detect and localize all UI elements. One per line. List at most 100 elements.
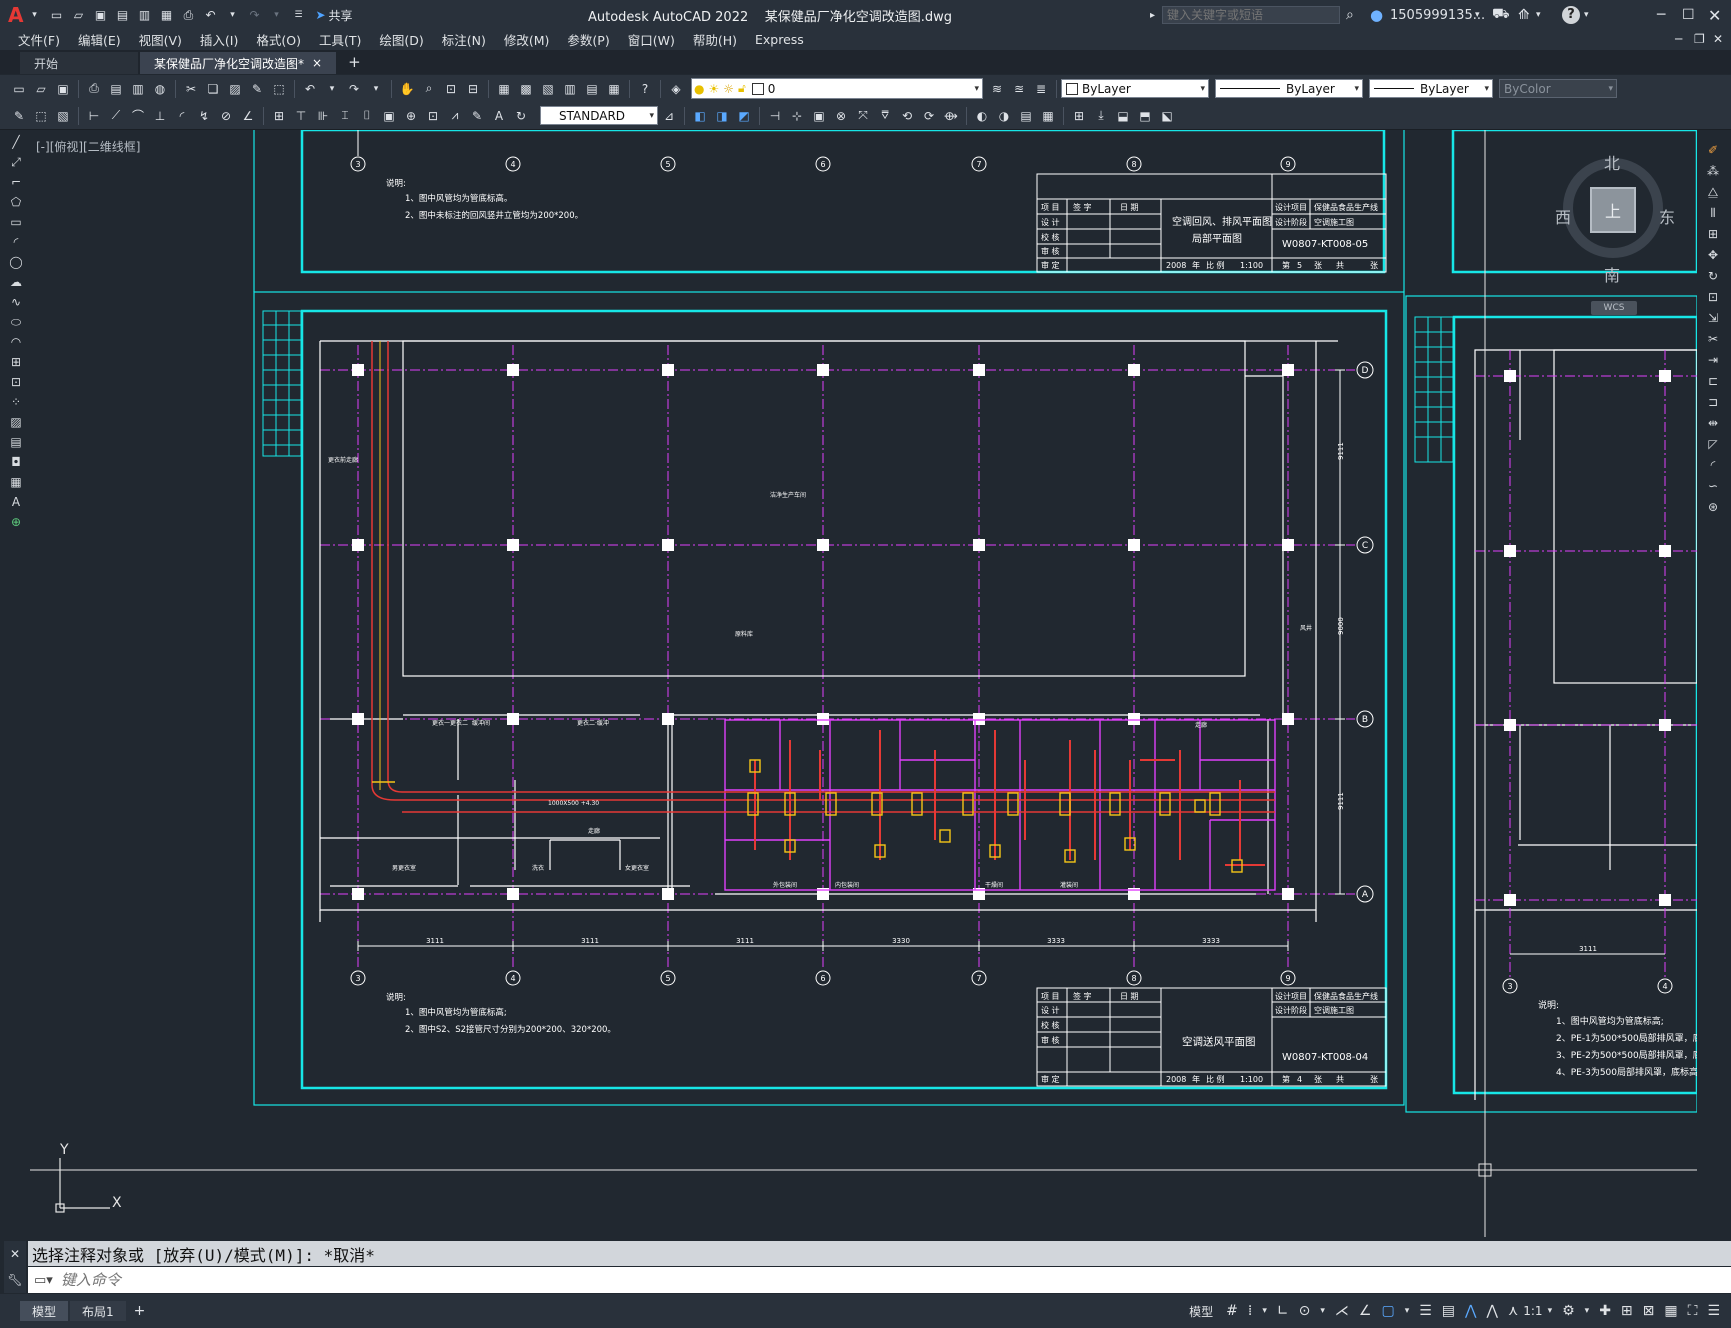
- blend-curves-icon[interactable]: ∽: [1708, 476, 1718, 497]
- layer-vp-freeze-icon[interactable]: ☼: [723, 82, 734, 96]
- ucs-z-axis-icon[interactable]: ⤧: [855, 108, 871, 124]
- quick-properties-icon[interactable]: ⊠: [1643, 1303, 1655, 1319]
- scale-icon[interactable]: ⊡: [1708, 287, 1718, 308]
- search-icon[interactable]: ⌕: [1346, 7, 1354, 23]
- layer-states-icon[interactable]: ≣: [1033, 81, 1049, 97]
- dim-continue-icon[interactable]: ⊪: [315, 108, 331, 124]
- undo-dropdown-icon[interactable]: ▾: [224, 7, 240, 23]
- plot-icon[interactable]: ⎙: [180, 7, 196, 23]
- frames-icon[interactable]: ⬕: [1159, 108, 1175, 124]
- workspace-gear-icon[interactable]: ⚙: [1562, 1303, 1575, 1319]
- dim-break-icon[interactable]: ⌷: [359, 108, 375, 124]
- wcs-menu[interactable]: WCS: [1591, 301, 1637, 315]
- redo-icon[interactable]: ↷: [346, 81, 362, 97]
- center-mark-icon[interactable]: ⊕: [403, 108, 419, 124]
- layer-dropdown-icon[interactable]: ▾: [974, 84, 979, 94]
- chamfer-icon[interactable]: ◸: [1708, 434, 1717, 455]
- mtext-icon[interactable]: A: [12, 492, 20, 512]
- block-editor-icon[interactable]: ⬚: [271, 81, 287, 97]
- ucs-origin-icon[interactable]: ⊗: [833, 108, 849, 124]
- mirror-icon[interactable]: ⧋: [1708, 182, 1719, 203]
- menu-modify[interactable]: 修改(M): [500, 30, 554, 49]
- layer-on-icon[interactable]: ●: [694, 82, 704, 96]
- ucs-y-icon[interactable]: ⟳: [921, 108, 937, 124]
- dim-text-edit-icon[interactable]: A: [491, 108, 507, 124]
- close-icon[interactable]: ✕: [1708, 6, 1721, 25]
- break-icon[interactable]: ⊐: [1708, 392, 1718, 413]
- redo-dropdown-icon[interactable]: ▾: [368, 81, 384, 97]
- polar-icon[interactable]: ⊙: [1299, 1303, 1311, 1319]
- dim-ordinate-icon[interactable]: ⊥: [152, 108, 168, 124]
- hatch-icon[interactable]: ▨: [10, 412, 21, 432]
- customization-icon[interactable]: ☰: [1707, 1303, 1720, 1319]
- lineweight-dropdown-icon[interactable]: ▾: [1484, 84, 1489, 94]
- save-web-icon[interactable]: ▦: [158, 7, 174, 23]
- layer-lock-icon[interactable]: 🔓︎: [738, 81, 746, 96]
- menu-tools[interactable]: 工具(T): [315, 30, 365, 49]
- polygon-icon[interactable]: ⬠: [11, 192, 21, 212]
- command-input[interactable]: [58, 1270, 663, 1290]
- table-icon[interactable]: ▦: [10, 472, 21, 492]
- arc-icon[interactable]: ◜: [14, 232, 19, 252]
- cut-icon[interactable]: ✂: [183, 81, 199, 97]
- snap-icon[interactable]: ⁞: [1248, 1303, 1252, 1319]
- dim-edit-icon[interactable]: ✎: [469, 108, 485, 124]
- object-snap-tracking-icon[interactable]: ∠: [1359, 1303, 1372, 1319]
- drawing-canvas[interactable]: 3 4 5 6 7 8 9 说明: 1、图中风管均为管底标高。 2、图中未标注的…: [30, 130, 1697, 1237]
- search-expand-icon[interactable]: ▸: [1150, 10, 1155, 21]
- dim-baseline-icon[interactable]: ⊤: [293, 108, 309, 124]
- layer-properties-icon[interactable]: ◈: [668, 81, 684, 97]
- new-tab-button[interactable]: +: [348, 53, 361, 71]
- properties-icon[interactable]: ▦: [496, 81, 512, 97]
- customize-quick-access-icon[interactable]: ☰: [290, 7, 306, 23]
- jogged-linear-icon[interactable]: ⩘: [447, 108, 463, 124]
- ucs-view-icon[interactable]: ▣: [811, 108, 827, 124]
- view-cube-top-face[interactable]: 上: [1590, 187, 1636, 233]
- lineweight-combo[interactable]: ByLayer ▾: [1369, 79, 1493, 98]
- autodesk-app-dropdown-icon[interactable]: ▾: [1536, 10, 1541, 20]
- dim-update-icon[interactable]: ↻: [513, 108, 529, 124]
- dim-arc-icon[interactable]: ⌒: [130, 108, 146, 124]
- redo-icon[interactable]: ↷: [246, 7, 262, 23]
- extend-icon[interactable]: ⇥: [1708, 350, 1718, 371]
- units-icon[interactable]: ⊞: [1621, 1303, 1633, 1319]
- add-layout-icon[interactable]: +: [134, 1303, 146, 1319]
- command-close-icon[interactable]: ✕: [10, 1247, 20, 1261]
- clip-icon[interactable]: ⬓: [1115, 108, 1131, 124]
- copy-icon[interactable]: ⁂: [1707, 161, 1719, 182]
- dim-style-manager-icon[interactable]: ⊿: [661, 108, 677, 124]
- annotation-scale-icon[interactable]: ⋏: [1508, 1303, 1518, 1319]
- minimize-icon[interactable]: ─: [1657, 7, 1665, 23]
- dim-angular-icon[interactable]: ∠: [240, 108, 256, 124]
- attach-icon[interactable]: ⤓: [1093, 108, 1109, 124]
- plotstyle-combo[interactable]: ByColor ▾: [1499, 79, 1617, 98]
- circle-icon[interactable]: ◯: [9, 252, 22, 272]
- save-icon[interactable]: ▣: [55, 81, 71, 97]
- maximize-icon[interactable]: ☐: [1682, 7, 1695, 23]
- make-block-icon[interactable]: ⊡: [11, 372, 21, 392]
- ucs-world-icon[interactable]: ◨: [714, 108, 730, 124]
- inspection-icon[interactable]: ⊡: [425, 108, 441, 124]
- user-icon[interactable]: ●: [1370, 6, 1383, 24]
- zoom-previous-icon[interactable]: ⊟: [465, 81, 481, 97]
- command-customize-icon[interactable]: 🔧︎: [7, 1273, 22, 1287]
- menu-window[interactable]: 窗口(W): [624, 30, 679, 49]
- save-icon[interactable]: ▣: [92, 7, 108, 23]
- view-cube[interactable]: 上 北 南 西 东 WCS: [1555, 150, 1675, 315]
- insert-block-icon[interactable]: ⬚: [33, 108, 49, 124]
- layout-tab-model[interactable]: 模型: [20, 1301, 69, 1321]
- cart-icon[interactable]: ⛟: [1492, 6, 1510, 24]
- undo-dropdown-icon[interactable]: ▾: [324, 81, 340, 97]
- menu-edit[interactable]: 编辑(E): [74, 30, 125, 49]
- undo-icon[interactable]: ↶: [202, 7, 218, 23]
- dim-space-icon[interactable]: ⌶: [337, 108, 353, 124]
- dim-diameter-icon[interactable]: ⊘: [218, 108, 234, 124]
- ucs-x-icon[interactable]: ⟲: [899, 108, 915, 124]
- design-center-icon[interactable]: ▩: [518, 81, 534, 97]
- explode-icon[interactable]: ⊛: [1708, 497, 1718, 518]
- isolate-objects-icon[interactable]: ▦: [1664, 1303, 1677, 1319]
- menu-parametric[interactable]: 参数(P): [563, 30, 613, 49]
- make-current-layer-icon[interactable]: ≋: [989, 81, 1005, 97]
- insert-block-icon[interactable]: ⊞: [11, 352, 21, 372]
- add-selected-icon[interactable]: ⊕: [11, 512, 21, 532]
